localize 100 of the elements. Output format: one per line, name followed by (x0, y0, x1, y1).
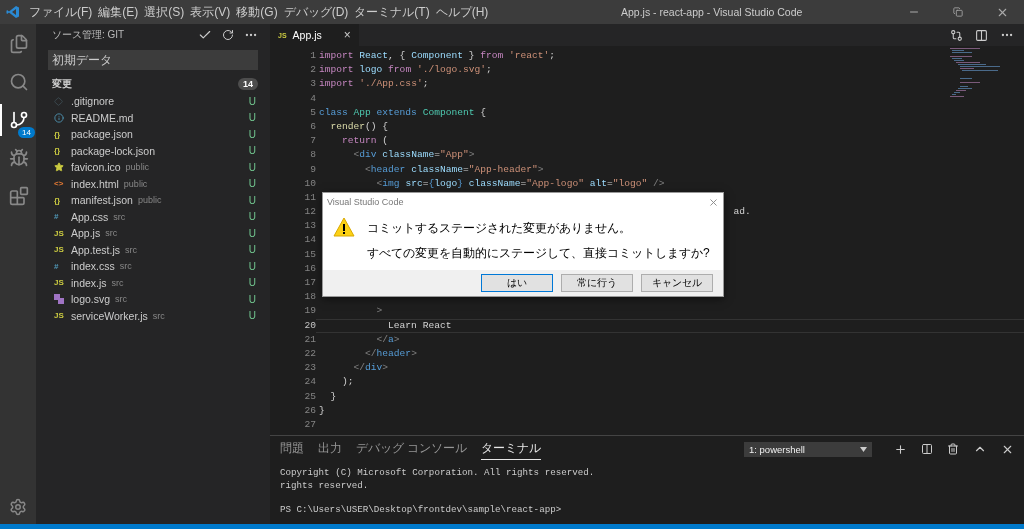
menu-item[interactable]: 移動(G) (233, 3, 281, 21)
file-item[interactable]: README.md U (36, 109, 270, 126)
star-icon (54, 162, 64, 173)
line-number: 21 (303, 332, 316, 347)
menu-item[interactable]: ヘルプ(H) (432, 3, 492, 21)
file-item[interactable]: {} manifest.json public U (36, 192, 270, 209)
line-number: 10 (303, 176, 316, 191)
code-line: ); (342, 376, 354, 389)
file-type-icon: JS (54, 245, 67, 255)
compare-icon (950, 28, 963, 42)
file-type-icon: {} (54, 146, 67, 156)
status-letter: U (248, 112, 256, 124)
section-title: 変更 (52, 77, 73, 91)
status-letter: U (248, 310, 256, 322)
status-letter: U (248, 293, 256, 305)
file-item[interactable]: JS index.js src U (36, 274, 270, 291)
blocks-icon (9, 186, 29, 206)
search-icon (9, 72, 29, 92)
file-item[interactable]: JS App.js src U (36, 225, 270, 242)
add-button[interactable] (894, 442, 907, 456)
file-item[interactable]: favicon.ico public U (36, 159, 270, 176)
code-line: class App extends Component { (319, 106, 486, 119)
split-editor-button[interactable] (975, 28, 988, 42)
file-name: index.html (71, 177, 119, 190)
line-number: 18 (303, 290, 316, 305)
window-title: App.js - react-app - Visual Studio Code (621, 6, 803, 18)
line-number: 27 (303, 417, 316, 432)
settings-button[interactable] (9, 498, 27, 516)
file-type-icon: # (54, 261, 67, 271)
split-icon (921, 443, 933, 455)
status-letter: U (248, 211, 256, 223)
file-item[interactable]: {} package-lock.json U (36, 142, 270, 159)
code-line: <img src={logo} className="App-logo" alt="logo" /> (376, 177, 665, 190)
status-letter: U (248, 194, 256, 206)
code-line: </header> (365, 347, 417, 361)
file-item[interactable]: # App.css src U (36, 208, 270, 225)
menu-item[interactable]: ファイル(F) (26, 3, 96, 21)
file-type-icon: JS (54, 311, 67, 321)
terminal-line: PS C:\Users\USER\Desktop\frontdev\sample\react-app> (280, 504, 562, 515)
terminal-select[interactable]: 1: powershell (744, 441, 872, 457)
line-number: 5 (309, 105, 316, 120)
line-number: 14 (303, 233, 316, 248)
file-name: manifest.json (71, 194, 133, 207)
code-line: import logo from './logo.svg'; (319, 64, 492, 77)
dialog-button[interactable]: キャンセル (641, 274, 713, 292)
menu-item[interactable]: ターミナル(T) (351, 3, 433, 21)
caret-icon (860, 446, 867, 452)
refresh-button[interactable] (222, 29, 234, 41)
commit-button[interactable] (198, 28, 212, 42)
panel-tab[interactable]: 問題 (280, 438, 304, 460)
file-name: serviceWorker.js (71, 309, 148, 322)
line-number: 1 (309, 49, 316, 63)
panel-tab[interactable]: ターミナル (481, 438, 542, 460)
menu-item[interactable]: 編集(E) (95, 3, 142, 21)
panel-tab[interactable]: デバッグ コンソール (356, 438, 468, 460)
commit-message-field[interactable]: 初期データ (48, 50, 258, 70)
file-name: logo.svg (71, 293, 111, 306)
line-number: 25 (303, 389, 316, 404)
menu-item[interactable]: 表示(V) (187, 3, 234, 21)
dialog-title: Visual Studio Code (327, 197, 405, 207)
dialog-button[interactable]: はい (481, 274, 553, 292)
check-icon (198, 28, 212, 42)
compare-button[interactable] (950, 28, 963, 42)
folder-name: public (137, 195, 162, 206)
file-name: index.js (71, 276, 107, 289)
file-item[interactable]: JS serviceWorker.js src U (36, 307, 270, 324)
dialog-message: コミットするステージされた変更がありません。 (367, 220, 632, 237)
panel-tab[interactable]: 出力 (318, 438, 342, 460)
line-number: 19 (303, 304, 316, 319)
file-item[interactable]: # index.css src U (36, 258, 270, 275)
line-number: 11 (303, 190, 316, 205)
line-number: 9 (309, 162, 316, 177)
status-letter: U (248, 244, 256, 256)
menu-item[interactable]: 選択(S) (141, 3, 188, 21)
split-button[interactable] (921, 443, 933, 455)
file-item[interactable]: logo.svg src U (36, 291, 270, 308)
file-item[interactable]: <> index.html public U (36, 175, 270, 192)
file-type-icon: JS (54, 278, 67, 288)
file-name: README.md (71, 111, 134, 124)
trash-button[interactable] (947, 443, 959, 455)
file-item[interactable]: {} package.json U (36, 126, 270, 143)
file-item[interactable]: JS App.test.js src U (36, 241, 270, 258)
trash-icon (947, 443, 959, 455)
code-line: import './App.css'; (319, 78, 429, 91)
close-icon[interactable]: × (343, 28, 351, 42)
code-line: Learn React (388, 319, 452, 332)
code-line: } (319, 404, 325, 417)
close-icon (708, 196, 719, 208)
line-number: 7 (309, 134, 316, 149)
files-icon (9, 34, 29, 54)
file-item[interactable]: .gitignore U (36, 93, 270, 110)
folder-name: public (123, 178, 148, 189)
menu-item[interactable]: デバッグ(D) (280, 3, 352, 21)
sidebar-title: ソース管理: GIT (52, 28, 126, 42)
minimap-drawing (950, 48, 1000, 98)
dialog-button[interactable]: 常に行う (561, 274, 633, 292)
count-badge: 14 (238, 78, 258, 90)
file-name: App.css (71, 210, 109, 223)
line-number: 6 (309, 119, 316, 134)
code-line: render() { (330, 120, 389, 134)
